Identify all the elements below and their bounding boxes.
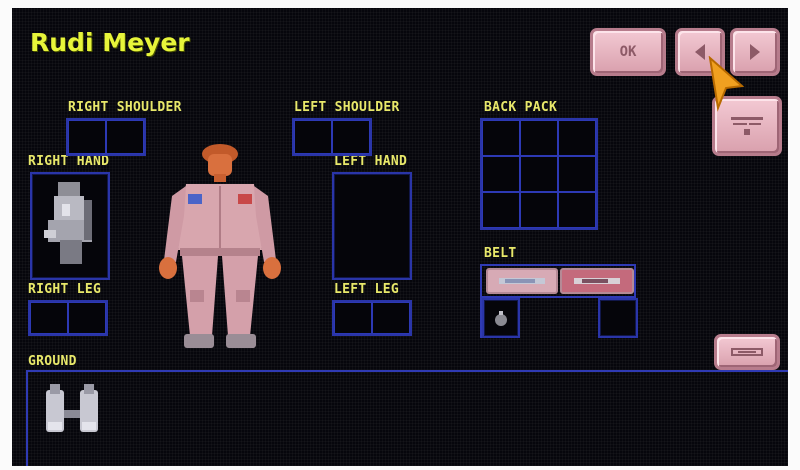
right-hand-slot[interactable] [30, 172, 110, 280]
inventory-cell[interactable] [294, 120, 332, 154]
inventory-cell[interactable] [68, 120, 106, 154]
right-arrow-icon [750, 44, 760, 60]
grenade-icon [495, 311, 507, 326]
ammo-clip-icon [499, 278, 545, 284]
inventory-cell[interactable] [520, 192, 558, 228]
back-pack-slot[interactable] [480, 118, 598, 230]
left-leg-label: LEFT LEG [334, 282, 400, 297]
inventory-cell[interactable] [68, 302, 106, 334]
belt-line [480, 264, 636, 266]
inventory-cell[interactable] [558, 120, 596, 156]
inventory-cell[interactable] [30, 302, 68, 334]
right-leg-label: RIGHT LEG [28, 282, 102, 297]
inventory-cell[interactable] [332, 120, 370, 154]
right-shoulder-label: RIGHT SHOULDER [68, 100, 182, 115]
character-name: Rudi Meyer [30, 28, 190, 57]
inventory-cell[interactable] [482, 120, 520, 156]
scroll-ground-button[interactable] [714, 334, 780, 370]
ok-label: OK [619, 44, 637, 60]
ground-label: GROUND [28, 354, 77, 369]
belt-slot[interactable] [598, 298, 638, 338]
ammo-clip-icon [574, 278, 620, 284]
ok-button[interactable]: OK [590, 28, 666, 76]
belt-clip-item[interactable] [486, 268, 558, 294]
belt-clip-item[interactable] [560, 268, 634, 294]
scroll-icon [731, 348, 763, 356]
arrow-cursor-icon [708, 56, 745, 112]
left-hand-slot[interactable] [332, 172, 412, 280]
right-shoulder-slot[interactable] [66, 118, 146, 156]
belt-slot[interactable] [482, 298, 520, 338]
left-hand-label: LEFT HAND [334, 154, 408, 169]
inventory-cell[interactable] [482, 192, 520, 228]
inventory-cell[interactable] [482, 156, 520, 192]
right-hand-label: RIGHT HAND [28, 154, 110, 169]
soldier-figure [159, 144, 281, 348]
ground-area[interactable] [28, 372, 788, 466]
right-leg-slot[interactable] [28, 300, 108, 336]
inventory-cell[interactable] [520, 156, 558, 192]
inventory-cell[interactable] [558, 192, 596, 228]
inventory-cell[interactable] [372, 302, 410, 334]
inventory-cell[interactable] [334, 302, 372, 334]
left-leg-slot[interactable] [332, 300, 412, 336]
armor-item-icon [46, 384, 98, 432]
left-shoulder-slot[interactable] [292, 118, 372, 156]
back-pack-label: BACK PACK [484, 100, 558, 115]
inventory-screen: Rudi Meyer OK RIGHT SHOULDER LEFT SHOULD… [12, 8, 788, 466]
inventory-cell[interactable] [106, 120, 144, 154]
inventory-cell[interactable] [558, 156, 596, 192]
belt-label: BELT [484, 246, 517, 261]
weapon-icon [44, 182, 92, 264]
left-shoulder-label: LEFT SHOULDER [294, 100, 400, 115]
stats-icon [731, 117, 763, 135]
inventory-cell[interactable] [520, 120, 558, 156]
